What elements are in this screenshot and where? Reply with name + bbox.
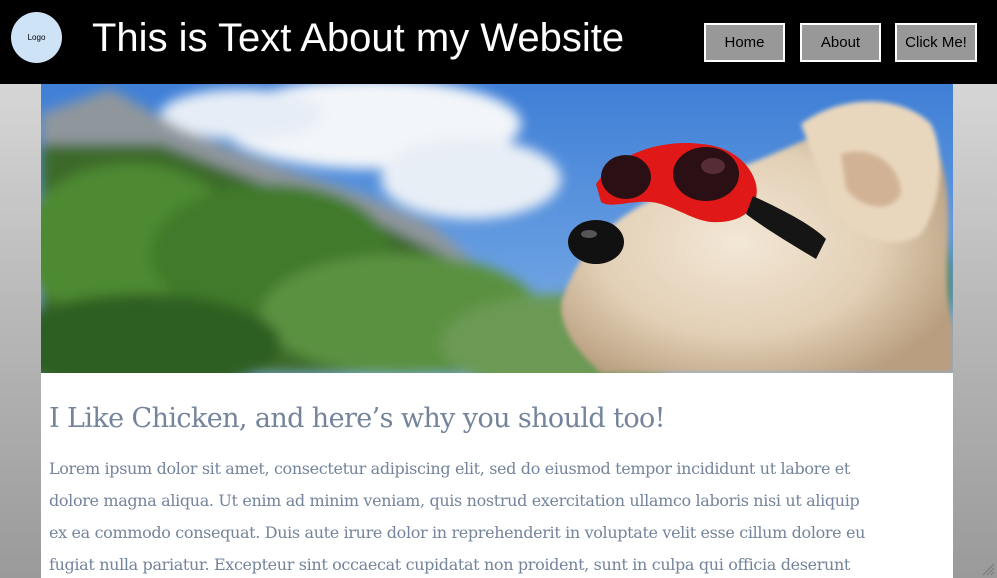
about-button[interactable]: About: [800, 23, 881, 62]
left-gutter: [0, 84, 41, 578]
article-line: ex ea commodo consequat. Duis aute irure…: [49, 523, 866, 542]
logo-label: Logo: [27, 33, 46, 42]
hero-image: [41, 84, 953, 373]
right-gutter: [953, 84, 997, 578]
site-header: Logo This is Text About my Website Home …: [0, 0, 997, 84]
article-title: I Like Chicken, and here’s why you shoul…: [49, 403, 665, 434]
dog-photo: [41, 84, 953, 373]
article-body: Lorem ipsum dolor sit amet, consectetur …: [49, 453, 949, 578]
article-line: fugiat nulla pariatur. Excepteur sint oc…: [49, 555, 850, 574]
article-line: Lorem ipsum dolor sit amet, consectetur …: [49, 459, 851, 478]
article: I Like Chicken, and here’s why you shoul…: [41, 373, 953, 578]
home-button[interactable]: Home: [704, 23, 785, 62]
main-nav: Home About Click Me!: [704, 23, 977, 62]
click-me-button[interactable]: Click Me!: [895, 23, 977, 62]
site-title: This is Text About my Website: [92, 16, 625, 60]
logo[interactable]: Logo: [11, 12, 62, 63]
resize-grip-icon[interactable]: [981, 562, 995, 576]
article-line: dolore magna aliqua. Ut enim ad minim ve…: [49, 491, 860, 510]
